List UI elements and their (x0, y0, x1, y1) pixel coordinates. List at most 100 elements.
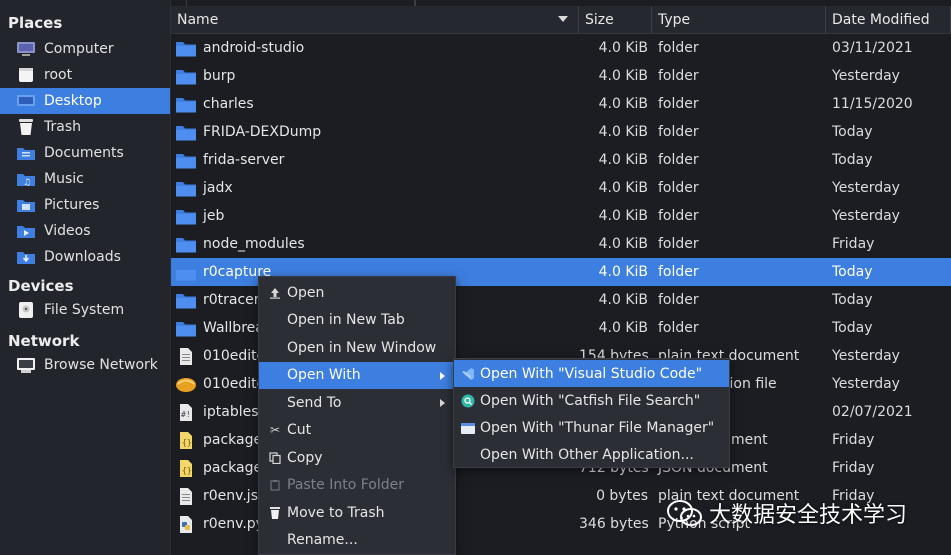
script-file-icon: #! (175, 403, 197, 421)
file-name: charles (203, 96, 254, 112)
file-name: r0env.py (203, 516, 264, 532)
sidebar-section-network: Network (8, 332, 80, 350)
column-date-label: Date Modified (832, 11, 930, 28)
file-row[interactable]: FRIDA-DEXDump 4.0 KiB folder Today (171, 118, 951, 146)
file-name: FRIDA-DEXDump (203, 124, 322, 140)
column-date-header[interactable]: Date Modified (826, 6, 951, 33)
menu-item-open-with-thunar[interactable]: Open With "Thunar File Manager" (454, 414, 729, 441)
config-file-icon (175, 375, 197, 393)
file-name: r0tracer (203, 292, 260, 308)
menu-item-label: Open in New Tab (287, 312, 405, 329)
folder-icon (175, 95, 197, 113)
menu-item-label: Paste Into Folder (287, 477, 405, 494)
svg-text:{}: {} (182, 438, 192, 447)
music-folder-icon: ♫ (16, 170, 36, 188)
sidebar-item-videos[interactable]: Videos (0, 218, 170, 244)
computer-icon (16, 40, 36, 58)
menu-item-open-with-vscode[interactable]: Open With "Visual Studio Code" (454, 360, 729, 387)
submenu-arrow-icon (440, 399, 445, 407)
folder-icon (175, 151, 197, 169)
svg-text:#!: #! (181, 410, 191, 419)
sidebar-item-file-system[interactable]: File System (0, 297, 170, 323)
menu-item-open-new-window[interactable]: Open in New Window (259, 334, 455, 362)
sidebar-item-downloads[interactable]: Downloads (0, 244, 170, 270)
file-row[interactable]: frida-server 4.0 KiB folder Today (171, 146, 951, 174)
file-date: Friday (832, 236, 875, 252)
sidebar-item-root[interactable]: root (0, 62, 170, 88)
file-name-cell: node_modules (171, 235, 579, 253)
file-row[interactable]: charles 4.0 KiB folder 11/15/2020 (171, 90, 951, 118)
folder-icon (175, 235, 197, 253)
folder-icon (175, 207, 197, 225)
sidebar-item-label: Browse Network (44, 357, 158, 373)
menu-item-open-new-tab[interactable]: Open in New Tab (259, 307, 455, 335)
menu-item-rename[interactable]: Rename... (259, 527, 455, 555)
sort-descending-icon (558, 16, 568, 22)
menu-item-open[interactable]: Open (259, 279, 455, 307)
menu-item-open-with-other[interactable]: Open With Other Application... (454, 441, 729, 468)
file-size: 4.0 KiB (598, 264, 648, 280)
menu-item-label: Open (287, 284, 325, 301)
pictures-folder-icon (16, 196, 36, 214)
file-type: folder (658, 292, 699, 308)
menu-item-move-to-trash[interactable]: Move to Trash (259, 499, 455, 527)
sidebar-item-desktop[interactable]: Desktop (0, 88, 170, 114)
file-name: frida-server (203, 152, 285, 168)
sidebar-item-documents[interactable]: Documents (0, 140, 170, 166)
file-name: node_modules (203, 236, 305, 252)
menu-item-send-to[interactable]: Send To (259, 389, 455, 417)
sidebar-item-trash[interactable]: Trash (0, 114, 170, 140)
thunar-icon (460, 420, 476, 436)
file-size: 4.0 KiB (598, 40, 648, 56)
menu-item-paste-into-folder[interactable]: Paste Into Folder (259, 472, 455, 500)
menu-item-label: Open With "Visual Studio Code" (480, 365, 703, 382)
file-name: jadx (203, 180, 233, 196)
sidebar-item-music[interactable]: ♫ Music (0, 166, 170, 192)
column-size-header[interactable]: Size (579, 6, 652, 33)
menu-item-open-with[interactable]: Open With (259, 361, 455, 389)
menu-item-label: Rename... (287, 532, 358, 549)
sidebar: Places Computer root Desktop Trash Docum… (0, 0, 171, 555)
menu-item-copy[interactable]: Copy (259, 444, 455, 472)
sidebar-item-browse-network[interactable]: Browse Network (0, 352, 170, 378)
column-name-header[interactable]: Name (171, 6, 579, 33)
file-size: 4.0 KiB (598, 292, 648, 308)
menu-item-label: Open in New Window (287, 339, 437, 356)
column-name-label: Name (177, 11, 219, 28)
file-row[interactable]: jeb 4.0 KiB folder Yesterday (171, 202, 951, 230)
file-size: 4.0 KiB (598, 96, 648, 112)
file-date: Today (832, 320, 873, 336)
file-type: folder (658, 208, 699, 224)
file-date: Yesterday (832, 68, 900, 84)
copy-icon (267, 450, 283, 466)
file-size: 4.0 KiB (598, 236, 648, 252)
column-type-label: Type (658, 11, 691, 28)
column-type-header[interactable]: Type (652, 6, 826, 33)
file-size: 4.0 KiB (598, 180, 648, 196)
file-date: 11/15/2020 (832, 96, 913, 112)
menu-item-open-with-catfish[interactable]: Open With "Catfish File Search" (454, 387, 729, 414)
file-date: Yesterday (832, 376, 900, 392)
sidebar-item-computer[interactable]: Computer (0, 36, 170, 62)
folder-icon (175, 179, 197, 197)
sidebar-item-pictures[interactable]: Pictures (0, 192, 170, 218)
file-date: Yesterday (832, 208, 900, 224)
submenu-arrow-icon (440, 371, 445, 380)
file-name: r0env.js (203, 488, 258, 504)
watermark: 大数据安全技术学习 (665, 497, 907, 529)
sidebar-item-label: root (44, 67, 73, 83)
documents-folder-icon (16, 144, 36, 162)
home-icon (16, 66, 36, 84)
folder-icon (175, 319, 197, 337)
file-type: folder (658, 152, 699, 168)
folder-icon (175, 291, 197, 309)
folder-icon (175, 263, 197, 281)
file-row[interactable]: node_modules 4.0 KiB folder Friday (171, 230, 951, 258)
menu-item-label: Copy (287, 449, 323, 466)
menu-item-cut[interactable]: ✂ Cut (259, 417, 455, 445)
sidebar-item-label: Downloads (44, 249, 121, 265)
file-row[interactable]: android-studio 4.0 KiB folder 03/11/2021 (171, 34, 951, 62)
folder-icon (175, 123, 197, 141)
file-row[interactable]: jadx 4.0 KiB folder Yesterday (171, 174, 951, 202)
file-row[interactable]: burp 4.0 KiB folder Yesterday (171, 62, 951, 90)
